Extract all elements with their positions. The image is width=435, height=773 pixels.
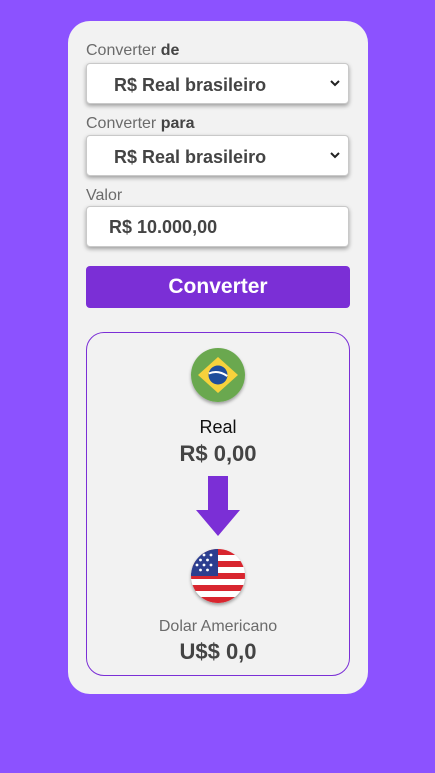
to-label-prefix: Converter bbox=[86, 115, 161, 132]
from-currency-select[interactable]: R$ Real brasileiro bbox=[86, 63, 349, 104]
target-currency-value: U$$ 0,0 bbox=[179, 639, 257, 664]
converter-card: Converter de R$ Real brasileiro Converte… bbox=[68, 21, 368, 694]
chevron-down-icon bbox=[330, 152, 340, 159]
to-currency-label: Converter para bbox=[86, 115, 195, 133]
from-label-prefix: Converter bbox=[86, 42, 161, 59]
to-currency-value: R$ Real brasileiro bbox=[114, 147, 267, 167]
amount-label: Valor bbox=[86, 187, 123, 204]
convert-button[interactable]: Converter bbox=[86, 266, 350, 308]
result-panel: Real R$ 0,00 Dolar Americano U$$ 0,0 bbox=[86, 332, 350, 676]
amount-input[interactable]: R$ 10.000,00 bbox=[86, 206, 349, 247]
from-currency-label: Converter de bbox=[86, 42, 179, 60]
brazil-flag-icon bbox=[191, 348, 245, 402]
arrow-down-icon bbox=[196, 476, 240, 536]
target-currency-name: Dolar Americano bbox=[158, 618, 278, 635]
to-label-strong: para bbox=[160, 115, 195, 132]
from-label-strong: de bbox=[160, 42, 180, 59]
chevron-down-icon bbox=[330, 80, 340, 87]
usa-flag-icon bbox=[191, 549, 245, 603]
from-currency-value: R$ Real brasileiro bbox=[114, 75, 267, 95]
source-currency-name: Real bbox=[199, 417, 237, 437]
amount-value: R$ 10.000,00 bbox=[109, 217, 218, 237]
to-currency-select[interactable]: R$ Real brasileiro bbox=[86, 135, 349, 176]
source-currency-value: R$ 0,00 bbox=[179, 441, 257, 466]
